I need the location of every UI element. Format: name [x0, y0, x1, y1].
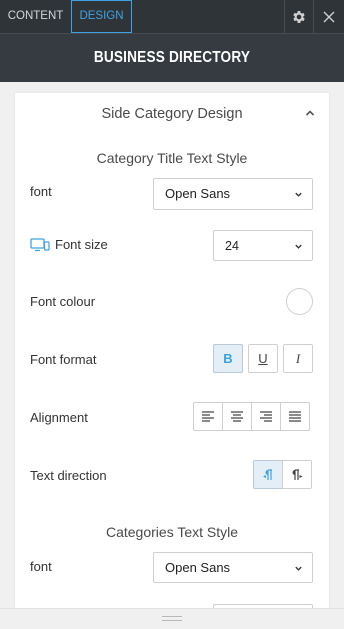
- align-left-button[interactable]: [193, 402, 223, 431]
- categories-font-value: Open Sans: [165, 560, 231, 575]
- bold-glyph: B: [223, 351, 233, 366]
- chevron-up-icon[interactable]: [304, 107, 316, 119]
- align-center-button[interactable]: [222, 402, 252, 431]
- app-header: BUSINESS DIRECTORY: [0, 33, 344, 82]
- page-title: BUSINESS DIRECTORY: [93, 49, 251, 66]
- align-right-button[interactable]: [251, 402, 281, 431]
- categories-font-select[interactable]: Open Sans: [153, 552, 313, 583]
- categories-font-label: font: [30, 559, 52, 574]
- text-direction-label: Text direction: [30, 468, 107, 483]
- drag-handle-icon: [162, 616, 182, 621]
- rtl-icon: [263, 468, 272, 480]
- tab-content[interactable]: CONTENT: [0, 0, 71, 33]
- font-colour-swatch[interactable]: [286, 288, 313, 315]
- category-title-style-heading: Category Title Text Style: [96, 150, 248, 166]
- chevron-down-icon: [295, 192, 302, 197]
- categories-text-style-heading: Categories Text Style: [105, 524, 239, 540]
- align-center-icon: [231, 411, 243, 422]
- settings-button[interactable]: [284, 0, 313, 33]
- panel-title[interactable]: Side Category Design: [15, 106, 329, 122]
- top-tab-bar: CONTENT DESIGN: [0, 0, 344, 33]
- chevron-down-icon: [295, 244, 302, 249]
- alignment-group: [193, 402, 310, 431]
- chevron-down-icon: [295, 566, 302, 571]
- align-justify-icon: [289, 411, 301, 422]
- side-category-design-panel: Side Category Design Category Title Text…: [15, 93, 329, 629]
- alignment-label: Alignment: [30, 410, 88, 425]
- text-direction-group: [253, 460, 312, 489]
- bold-button[interactable]: B: [213, 344, 243, 373]
- font-select-value: Open Sans: [165, 186, 231, 201]
- ltr-button[interactable]: [282, 460, 312, 489]
- resize-handle[interactable]: [0, 608, 344, 629]
- ltr-icon: [292, 468, 303, 480]
- font-size-select[interactable]: 24: [213, 230, 313, 261]
- font-size-value: 24: [225, 239, 239, 253]
- font-size-label: Font size: [55, 237, 108, 252]
- gear-icon: [293, 10, 305, 23]
- font-select[interactable]: Open Sans: [153, 178, 313, 210]
- rtl-button[interactable]: [253, 460, 283, 489]
- underline-glyph: U: [258, 351, 268, 366]
- align-left-icon: [202, 411, 214, 422]
- font-label: font: [30, 184, 52, 199]
- desktop-mobile-icon[interactable]: [30, 238, 50, 252]
- tab-design[interactable]: DESIGN: [71, 0, 132, 33]
- align-right-icon: [260, 411, 272, 422]
- close-button[interactable]: [313, 0, 344, 33]
- italic-glyph: I: [295, 350, 301, 366]
- italic-button[interactable]: I: [283, 344, 313, 373]
- font-format-label: Font format: [30, 352, 97, 367]
- font-format-group: B U I: [213, 344, 313, 373]
- align-justify-button[interactable]: [280, 402, 310, 431]
- font-colour-label: Font colour: [30, 294, 96, 309]
- underline-button[interactable]: U: [248, 344, 278, 373]
- close-icon: [323, 11, 335, 22]
